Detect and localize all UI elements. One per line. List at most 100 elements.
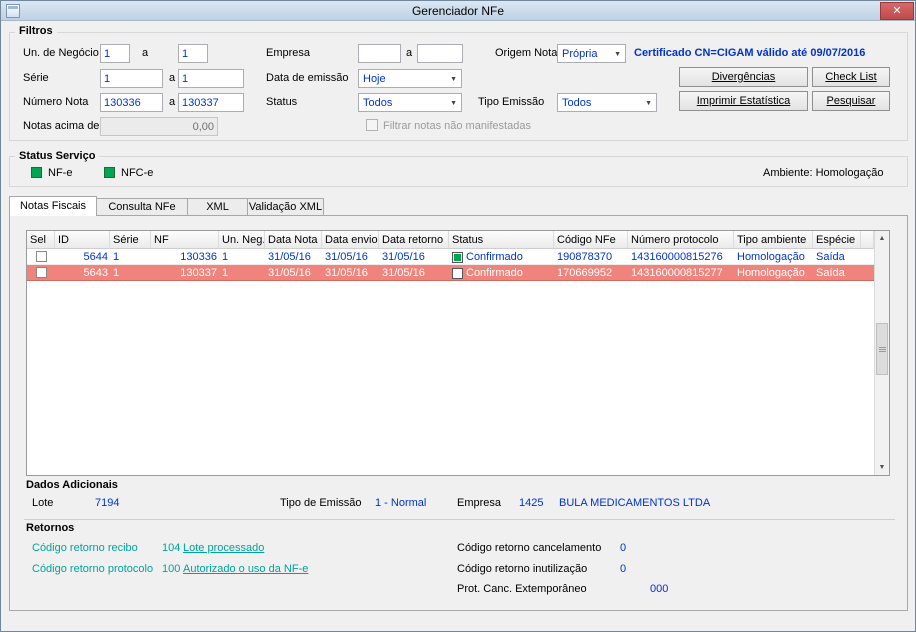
column-header-tipo-ambiente[interactable]: Tipo ambiente xyxy=(734,231,813,248)
grid-header: Sel ID Série NF Un. Neg. Data Nota Data … xyxy=(27,231,874,249)
column-header-data-retorno[interactable]: Data retorno xyxy=(379,231,449,248)
range-separator: a xyxy=(406,47,413,59)
retornos-label: Retornos xyxy=(26,522,75,534)
chevron-down-icon: ▼ xyxy=(450,100,457,107)
tipo-emissao-select[interactable]: Todos ▼ xyxy=(557,93,657,112)
gerenciador-nfe-window: Gerenciador NFe ✕ Filtros Un. de Negócio… xyxy=(0,0,916,632)
divergencias-button[interactable]: Divergências xyxy=(679,67,808,87)
serie-to-input[interactable] xyxy=(178,69,244,88)
column-header-filler xyxy=(861,231,874,248)
notas-grid: Sel ID Série NF Un. Neg. Data Nota Data … xyxy=(26,230,890,476)
serie-label: Série xyxy=(23,72,49,84)
data-emissao-select[interactable]: Hoje ▼ xyxy=(358,69,462,88)
tab-xml[interactable]: XML xyxy=(187,198,248,215)
column-header-data-envio[interactable]: Data envio xyxy=(322,231,379,248)
imprimir-estatistica-button[interactable]: Imprimir Estatística xyxy=(679,91,808,111)
cell-data-envio: 31/05/16 xyxy=(325,267,368,279)
status-select[interactable]: Todos ▼ xyxy=(358,93,462,112)
scroll-down-icon[interactable]: ▼ xyxy=(875,460,889,475)
un-negocio-from-input[interactable] xyxy=(100,44,130,63)
origem-nota-value: Própria xyxy=(562,48,598,60)
scroll-up-icon[interactable]: ▲ xyxy=(875,231,889,246)
cell-tipo-ambiente: Homologação xyxy=(737,251,805,263)
empresa-codigo-value: 1425 xyxy=(519,497,544,509)
row-select-checkbox[interactable] xyxy=(36,251,47,262)
column-header-codigo-nfe[interactable]: Código NFe xyxy=(554,231,628,248)
status-value: Todos xyxy=(363,97,393,109)
cancelamento-label: Código retorno cancelamento xyxy=(457,542,602,554)
column-header-sel[interactable]: Sel xyxy=(27,231,55,248)
un-negocio-to-input[interactable] xyxy=(178,44,208,63)
serie-from-input[interactable] xyxy=(100,69,163,88)
cell-data-nota: 31/05/16 xyxy=(268,267,311,279)
origem-nota-select[interactable]: Própria ▼ xyxy=(557,44,626,63)
cell-numero-protocolo: 143160000815276 xyxy=(631,251,723,263)
row-select-checkbox[interactable] xyxy=(36,267,47,278)
table-row[interactable]: 5644 1 130336 1 31/05/16 31/05/16 31/05/… xyxy=(27,249,874,265)
data-emissao-value: Hoje xyxy=(363,73,386,85)
column-header-un-neg[interactable]: Un. Neg. xyxy=(219,231,265,248)
recibo-codigo: 104 xyxy=(162,542,181,554)
cell-un-neg: 1 xyxy=(222,267,229,279)
status-filter-label: Status xyxy=(266,96,298,108)
scrollbar-thumb[interactable] xyxy=(876,323,888,375)
cell-nf: 130337 xyxy=(180,267,217,279)
dados-adicionais-label: Dados Adicionais xyxy=(26,479,118,491)
recibo-link[interactable]: Lote processado xyxy=(183,542,264,555)
protocolo-codigo: 100 xyxy=(162,563,181,575)
notas-fiscais-panel: Sel ID Série NF Un. Neg. Data Nota Data … xyxy=(9,215,908,611)
cell-especie: Saída xyxy=(816,251,845,263)
status-label: Confirmado xyxy=(466,267,523,279)
filtrar-manifestadas-label: Filtrar notas não manifestadas xyxy=(383,120,531,132)
tab-consulta-nfe[interactable]: Consulta NFe xyxy=(96,198,188,215)
cell-status: Confirmado xyxy=(449,249,554,264)
cell-sel xyxy=(27,265,55,280)
data-emissao-label: Data de emissão xyxy=(266,72,349,84)
column-header-serie[interactable]: Série xyxy=(110,231,151,248)
column-header-data-nota[interactable]: Data Nota xyxy=(265,231,322,248)
cell-un-neg: 1 xyxy=(222,251,229,263)
protocolo-label: Código retorno protocolo xyxy=(32,563,154,575)
tipo-emissao-value: Todos xyxy=(562,97,592,109)
tipo-emissao-label: Tipo Emissão xyxy=(478,96,545,108)
column-header-status[interactable]: Status xyxy=(449,231,554,248)
numero-nota-from-input[interactable] xyxy=(100,93,163,112)
check-list-button[interactable]: Check List xyxy=(812,67,890,87)
range-separator: a xyxy=(169,96,176,108)
cell-tipo-ambiente: Homologação xyxy=(737,267,805,279)
titlebar: Gerenciador NFe ✕ xyxy=(1,1,915,21)
notas-acima-label: Notas acima de xyxy=(23,120,100,132)
pesquisar-button[interactable]: Pesquisar xyxy=(812,91,890,111)
nfce-status-label: NFC-e xyxy=(121,167,154,179)
column-header-id[interactable]: ID xyxy=(55,231,110,248)
nfe-status-green-icon xyxy=(31,167,42,178)
column-header-nf[interactable]: NF xyxy=(151,231,219,248)
cell-numero-protocolo: 143160000815277 xyxy=(631,267,723,279)
tipo-emissao-dados-label: Tipo de Emissão xyxy=(280,497,362,509)
column-header-numero-protocolo[interactable]: Número protocolo xyxy=(628,231,734,248)
nfe-status-label: NF-e xyxy=(48,167,73,179)
cell-sel xyxy=(27,249,55,264)
cell-data-retorno: 31/05/16 xyxy=(382,267,425,279)
numero-nota-to-input[interactable] xyxy=(178,93,244,112)
filters-group-label: Filtros xyxy=(15,25,57,38)
tipo-emissao-dados-value: 1 - Normal xyxy=(375,497,427,509)
extemporaneo-value: 000 xyxy=(650,583,669,595)
cell-filler xyxy=(861,249,874,264)
extemporaneo-label: Prot. Canc. Extemporâneo xyxy=(457,583,587,595)
protocolo-link[interactable]: Autorizado o uso da NF-e xyxy=(183,563,308,576)
cell-data-nota: 31/05/16 xyxy=(268,251,311,263)
close-button[interactable]: ✕ xyxy=(880,2,914,20)
empresa-from-input[interactable] xyxy=(358,44,401,63)
tab-validacao-xml[interactable]: Validação XML xyxy=(247,198,324,215)
unconfirmed-status-icon xyxy=(452,267,463,279)
chevron-down-icon: ▼ xyxy=(645,100,652,107)
empresa-to-input[interactable] xyxy=(417,44,463,63)
column-header-especie[interactable]: Espécie xyxy=(813,231,861,248)
tab-notas-fiscais[interactable]: Notas Fiscais xyxy=(9,196,97,216)
table-row-selected[interactable]: 5643 1 130337 1 31/05/16 31/05/16 31/05/… xyxy=(27,265,874,281)
vertical-scrollbar[interactable]: ▲ ▼ xyxy=(874,231,889,475)
cell-data-retorno: 31/05/16 xyxy=(382,251,425,263)
cell-nf: 130336 xyxy=(180,251,217,263)
confirmed-status-icon xyxy=(452,251,463,263)
